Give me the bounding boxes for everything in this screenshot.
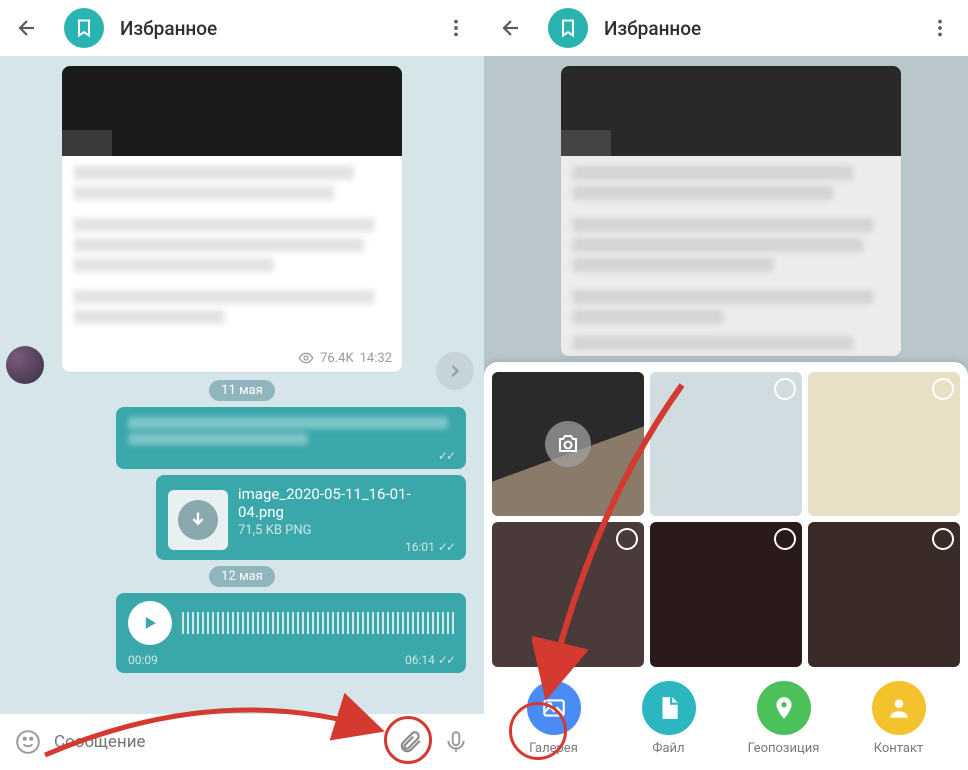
more-vertical-icon xyxy=(445,17,467,39)
bookmark-icon xyxy=(74,18,94,38)
outgoing-text-bubble[interactable]: ✓✓ xyxy=(116,407,466,469)
paperclip-icon xyxy=(397,729,423,755)
file-thumbnail[interactable] xyxy=(168,490,228,550)
chat-title[interactable]: Избранное xyxy=(604,17,904,40)
play-icon xyxy=(140,613,160,633)
location-icon xyxy=(771,695,797,721)
message-input-bar xyxy=(0,714,484,770)
more-button[interactable] xyxy=(920,8,960,48)
camera-icon xyxy=(556,432,580,456)
arrow-left-icon xyxy=(16,16,40,40)
post-text xyxy=(561,156,901,356)
back-button[interactable] xyxy=(8,8,48,48)
eye-icon xyxy=(298,350,314,366)
forwarded-post[interactable]: 76.4K 14:32 xyxy=(62,66,402,372)
smile-icon xyxy=(15,729,41,755)
image-icon xyxy=(541,695,567,721)
action-gallery[interactable]: Галерея xyxy=(514,681,594,756)
post-time: 14:32 xyxy=(360,351,392,366)
action-location[interactable]: Геопозиция xyxy=(744,681,824,756)
person-icon xyxy=(886,695,912,721)
chat-pane-left: Избранное 76.4K 14:32 xyxy=(0,0,484,770)
gallery-thumb[interactable] xyxy=(650,372,802,517)
sender-avatar[interactable] xyxy=(6,346,44,384)
gallery-thumb[interactable] xyxy=(650,522,802,667)
chat-body[interactable]: 76.4K 14:32 11 мая ✓✓ image_2020-05-11_1… xyxy=(0,56,484,714)
mic-icon xyxy=(443,729,469,755)
voice-bubble[interactable]: 00:09 06:14 ✓✓ xyxy=(116,593,466,673)
mic-button[interactable] xyxy=(436,722,476,762)
waveform[interactable] xyxy=(182,612,454,634)
action-label: Геопозиция xyxy=(748,741,820,756)
file-time: 16:01 ✓✓ xyxy=(238,540,454,554)
saved-avatar[interactable] xyxy=(548,8,588,48)
back-button[interactable] xyxy=(492,8,532,48)
forwarded-post[interactable] xyxy=(561,66,901,356)
action-label: Файл xyxy=(652,741,684,756)
post-stats: 76.4K 14:32 xyxy=(62,346,402,372)
camera-tile[interactable] xyxy=(492,372,644,517)
file-name: image_2020-05-11_16-01-04.png xyxy=(238,485,454,521)
saved-avatar[interactable] xyxy=(64,8,104,48)
download-button[interactable] xyxy=(178,500,218,540)
date-separator: 11 мая xyxy=(209,380,275,401)
file-icon xyxy=(656,695,682,721)
gallery-thumb[interactable] xyxy=(808,372,960,517)
arrow-left-icon xyxy=(500,16,524,40)
attach-actions: Галерея Файл Геопозиция Контакт xyxy=(492,667,960,762)
emoji-button[interactable] xyxy=(8,722,48,762)
bookmark-icon xyxy=(558,18,578,38)
download-icon xyxy=(187,509,209,531)
action-contact[interactable]: Контакт xyxy=(859,681,939,756)
chat-header: Избранное xyxy=(484,0,968,56)
date-separator: 12 мая xyxy=(209,566,275,587)
file-size: 71,5 KB PNG xyxy=(238,523,454,538)
more-vertical-icon xyxy=(929,17,951,39)
voice-total: 06:14 ✓✓ xyxy=(405,653,454,667)
chat-header: Избранное xyxy=(0,0,484,56)
gallery-thumb[interactable] xyxy=(492,522,644,667)
post-image xyxy=(561,66,901,156)
chevron-right-icon xyxy=(445,361,465,381)
message-input[interactable] xyxy=(54,732,384,752)
attach-sheet: Галерея Файл Геопозиция Контакт xyxy=(484,362,968,770)
post-image xyxy=(62,66,402,156)
gallery-thumb[interactable] xyxy=(808,522,960,667)
action-file[interactable]: Файл xyxy=(629,681,709,756)
gallery-grid xyxy=(492,372,960,668)
more-button[interactable] xyxy=(436,8,476,48)
post-text xyxy=(62,156,402,346)
file-meta: image_2020-05-11_16-01-04.png 71,5 KB PN… xyxy=(238,485,454,554)
action-label: Галерея xyxy=(529,741,578,756)
chat-pane-right: Избранное xyxy=(484,0,968,770)
action-label: Контакт xyxy=(874,741,924,756)
file-bubble[interactable]: image_2020-05-11_16-01-04.png 71,5 KB PN… xyxy=(156,475,466,560)
post-views: 76.4K xyxy=(320,351,354,366)
attach-button[interactable] xyxy=(390,722,430,762)
play-button[interactable] xyxy=(128,601,172,645)
voice-elapsed: 00:09 xyxy=(128,653,158,667)
message-checks: ✓✓ xyxy=(128,449,454,463)
jump-to-bottom[interactable] xyxy=(436,352,474,390)
chat-title[interactable]: Избранное xyxy=(120,17,420,40)
